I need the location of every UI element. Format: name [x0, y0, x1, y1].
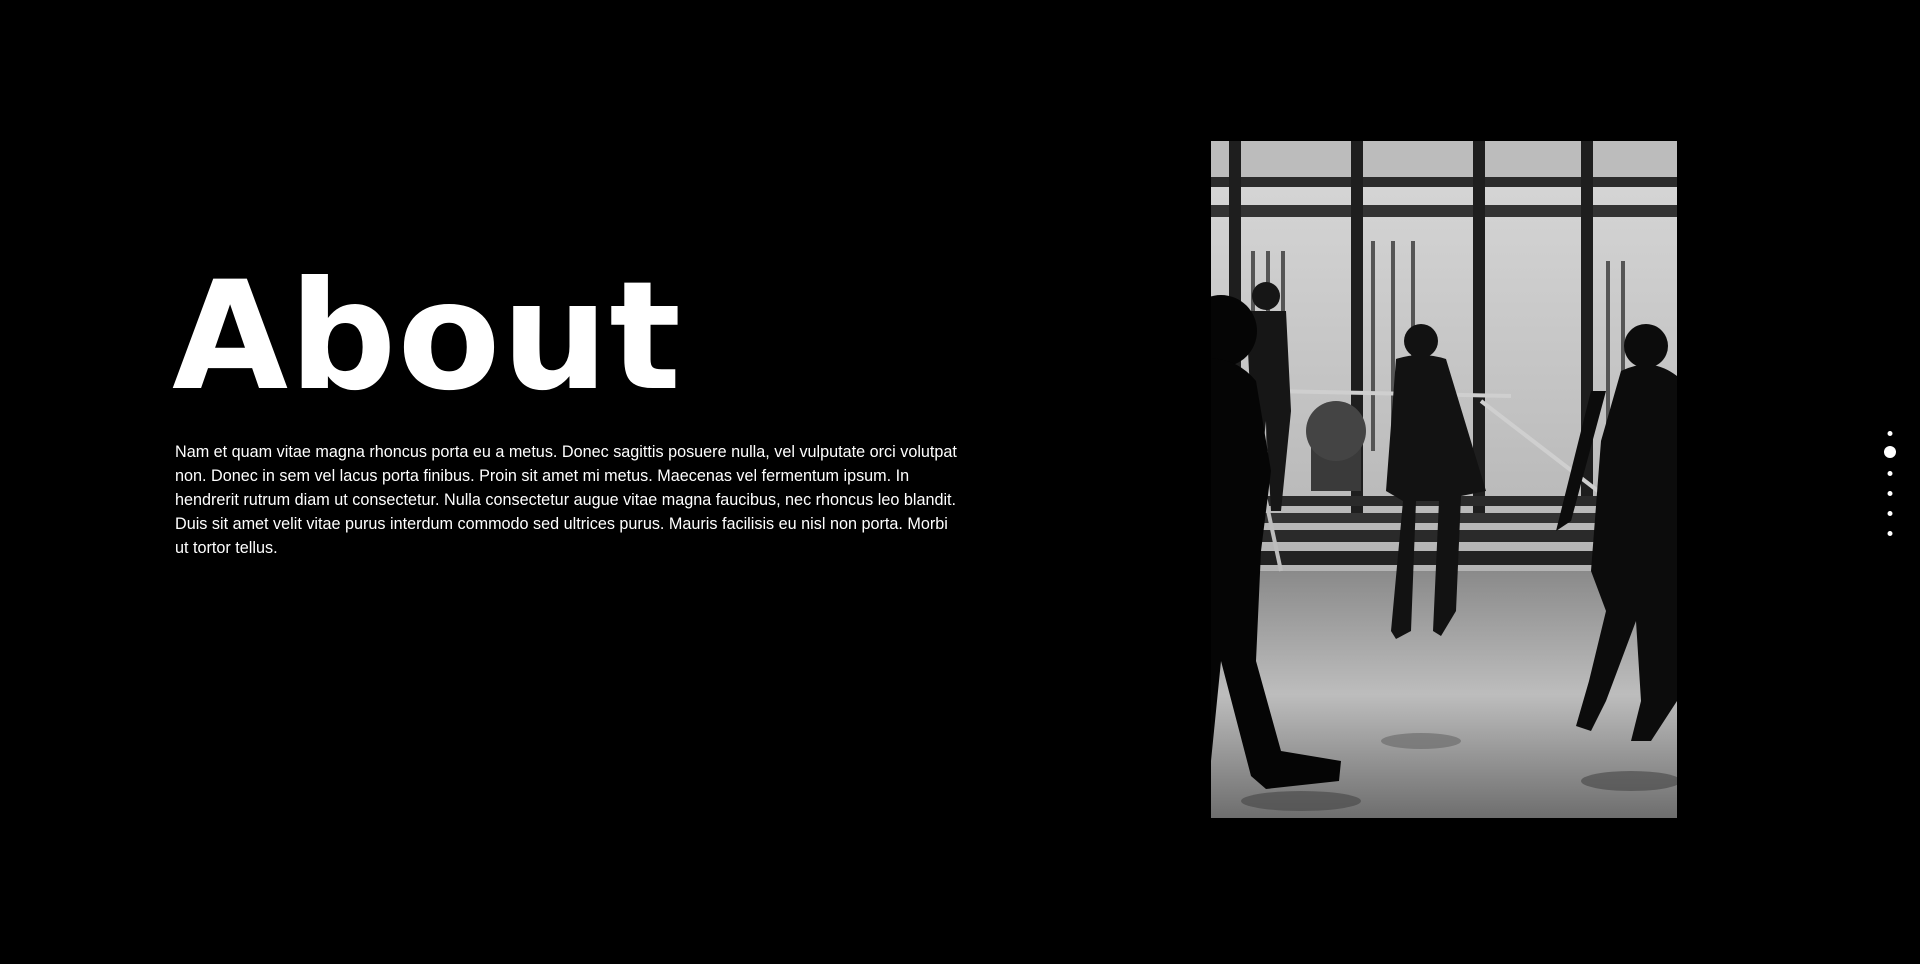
- nav-dot-6[interactable]: [1887, 531, 1893, 536]
- about-paragraph: Nam et quam vitae magna rhoncus porta eu…: [175, 443, 957, 557]
- nav-dot-4[interactable]: [1887, 491, 1893, 496]
- about-photo: [1211, 141, 1677, 818]
- nav-dot-5[interactable]: [1887, 511, 1893, 516]
- nav-dot-2-active[interactable]: [1884, 446, 1896, 458]
- nav-dot-1[interactable]: [1887, 431, 1893, 436]
- section-nav-dots: [1880, 427, 1900, 547]
- lobby-photo-image: [1211, 141, 1677, 818]
- about-section: About Nam et quam vitae magna rhoncus po…: [0, 0, 1920, 964]
- nav-dot-3[interactable]: [1887, 471, 1893, 476]
- page-title: About: [172, 250, 683, 424]
